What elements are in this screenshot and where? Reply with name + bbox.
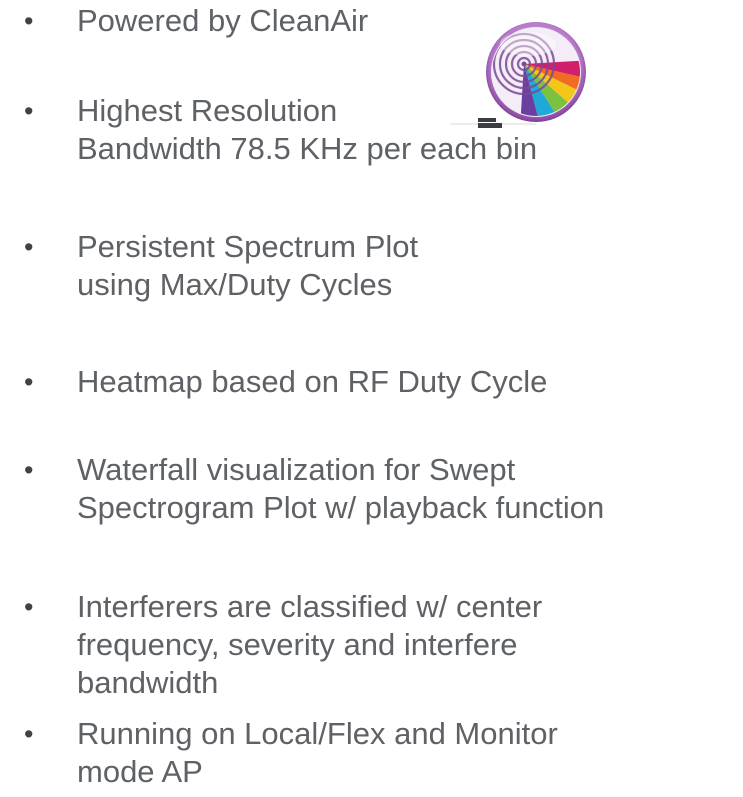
bullet-text: Persistent Spectrum Plot using Max/Duty … — [77, 228, 418, 304]
bullet-line: Waterfall visualization for Swept — [77, 452, 516, 487]
bullet-line: Interferers are classified w/ center — [77, 589, 543, 624]
bullet-line: using Max/Duty Cycles — [77, 267, 393, 302]
bullet-text: Running on Local/Flex and Monitor mode A… — [77, 715, 558, 791]
bullet-line: Running on Local/Flex and Monitor — [77, 716, 558, 751]
bullet-text: Highest Resolution Bandwidth 78.5 KHz pe… — [77, 92, 537, 168]
bullet-text: Waterfall visualization for Swept Spectr… — [77, 451, 604, 527]
bullet-dot: • — [24, 719, 34, 749]
logo-base-icon — [450, 118, 536, 128]
bullet-dot: • — [24, 367, 34, 397]
bullet-line: mode AP — [77, 754, 203, 789]
bullet-dot: • — [24, 96, 34, 126]
bullet-line: frequency, severity and interfere — [77, 627, 518, 662]
bullet-dot: • — [24, 232, 34, 262]
bullet-line: bandwidth — [77, 665, 219, 700]
bullet-line: Heatmap based on RF Duty Cycle — [77, 364, 548, 399]
bullet-text: Heatmap based on RF Duty Cycle — [77, 363, 547, 401]
bullet-text: Powered by CleanAir — [77, 2, 368, 40]
bullet-dot: • — [24, 6, 34, 36]
feature-bullet-list: • Powered by CleanAir • Highest Resoluti… — [0, 0, 743, 797]
bullet-dot: • — [24, 455, 34, 485]
bullet-line: Powered by CleanAir — [77, 3, 369, 38]
spectrum-analyzer-icon — [486, 22, 586, 122]
bullet-line: Bandwidth 78.5 KHz per each bin — [77, 131, 538, 166]
bullet-dot: • — [24, 592, 34, 622]
bullet-line: Spectrogram Plot w/ playback function — [77, 490, 605, 525]
bullet-text: Interferers are classified w/ center fre… — [77, 588, 542, 702]
bullet-line: Persistent Spectrum Plot — [77, 229, 419, 264]
